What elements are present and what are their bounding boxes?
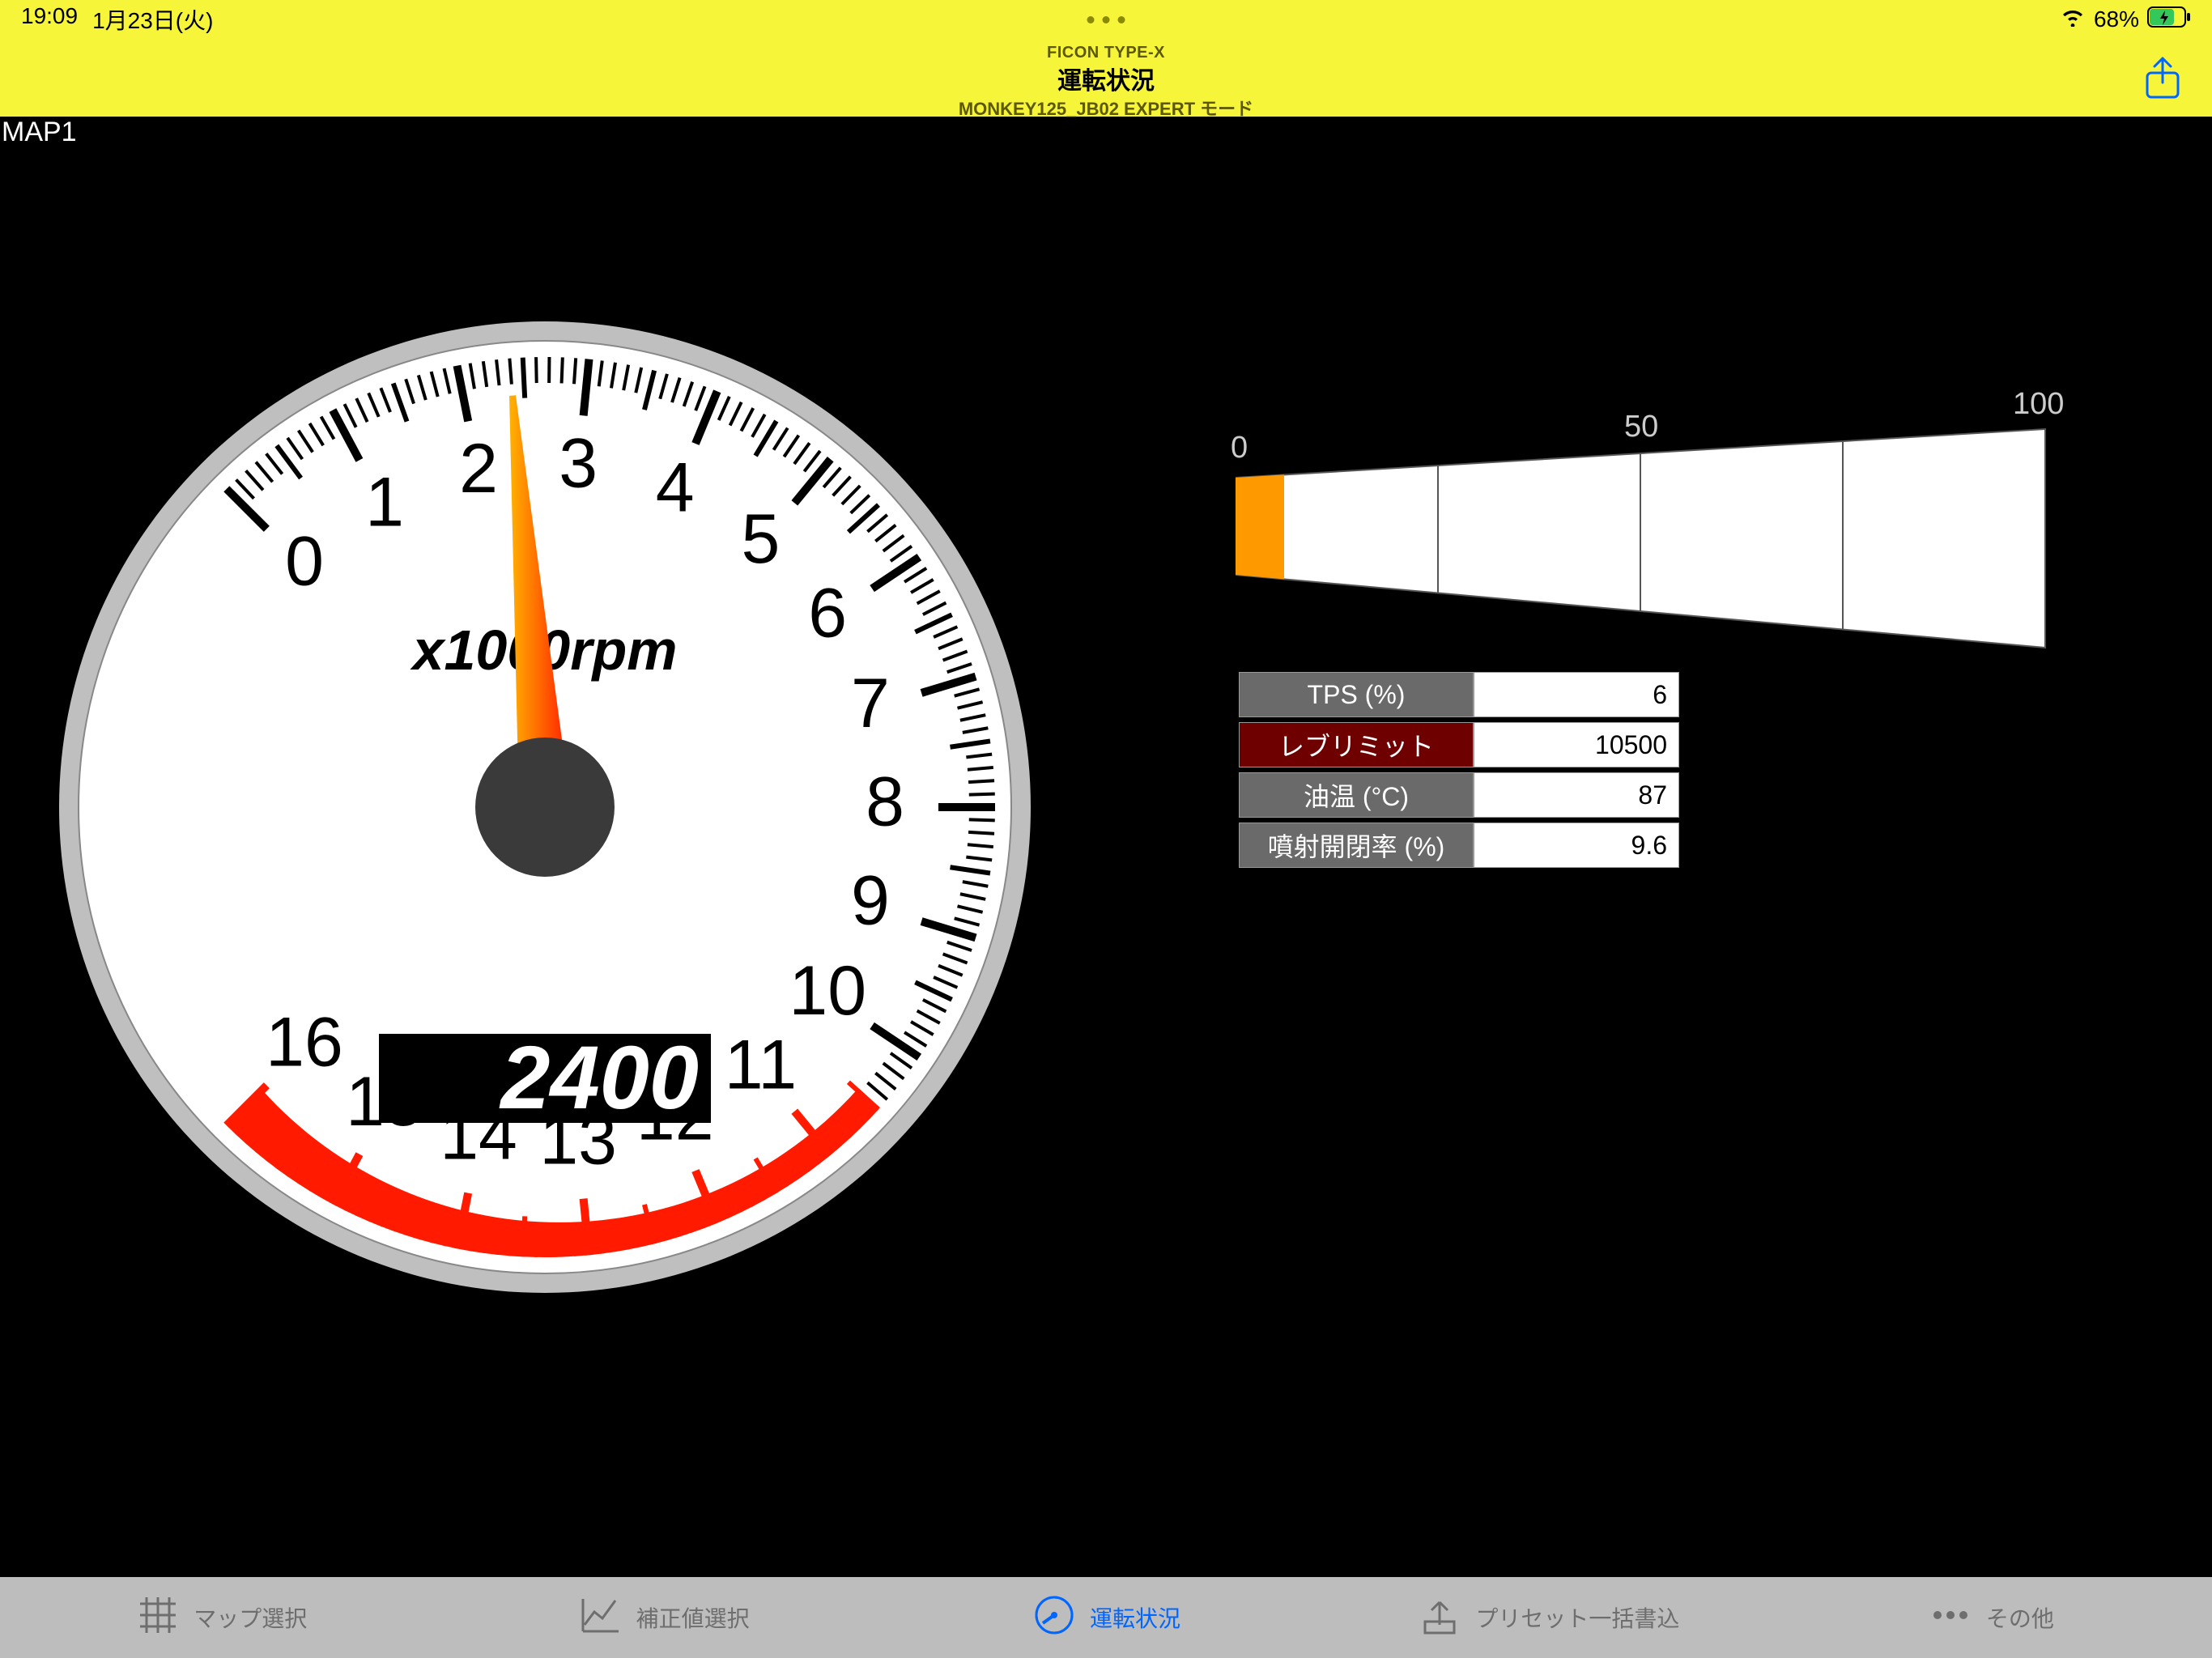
dial-number-0: 0 <box>285 523 324 601</box>
dial-number-7: 7 <box>851 665 890 742</box>
page-title: 運転状況 <box>959 61 1253 96</box>
title-bar: FICON TYPE-X 運転状況 MONKEY125_JB02 EXPERT … <box>0 39 2212 117</box>
battery-charging-icon <box>2147 6 2191 33</box>
tab-label: 運転状況 <box>1090 1601 1180 1634</box>
readout-value: 87 <box>1474 772 1679 818</box>
status-time: 19:09 <box>21 3 78 36</box>
readout-row: TPS (%)6 <box>1239 672 1679 717</box>
readout-label: レブリミット <box>1239 722 1474 767</box>
status-bar: 19:09 1月23日(火) 68% <box>0 0 2212 39</box>
tab-label: マップ選択 <box>194 1601 307 1634</box>
line-chart-icon <box>578 1592 623 1643</box>
readout-label: 噴射開閉率 (%) <box>1239 823 1474 868</box>
tab-grid[interactable]: マップ選択 <box>0 1577 442 1658</box>
tab-more[interactable]: その他 <box>1770 1577 2212 1658</box>
throttle-scale-0: 0 <box>1231 431 1248 466</box>
readout-row: レブリミット10500 <box>1239 722 1679 767</box>
tachometer-gauge: 012345678910111213141516x1000rpm2400 <box>47 309 1043 1305</box>
dial-number-4: 4 <box>656 449 695 527</box>
grid-icon <box>135 1592 181 1643</box>
readout-value: 9.6 <box>1474 823 1679 868</box>
multitask-indicator[interactable] <box>1087 16 1125 23</box>
dial-number-1: 1 <box>365 463 404 541</box>
readout-label: TPS (%) <box>1239 672 1474 717</box>
upload-icon <box>1417 1592 1462 1643</box>
dial-number-9: 9 <box>851 862 890 940</box>
readout-value: 6 <box>1474 672 1679 717</box>
tab-label: その他 <box>1986 1601 2054 1634</box>
map-label: MAP1 <box>2 117 77 148</box>
readout-row: 油温 (°C)87 <box>1239 772 1679 818</box>
tacho-digital-rpm: 2400 <box>499 1028 699 1128</box>
throttle-scale-50: 50 <box>1624 410 1658 444</box>
dial-number-3: 3 <box>559 425 598 503</box>
title-supertitle: FICON TYPE-X <box>959 44 1253 62</box>
tab-label: 補正値選択 <box>636 1601 750 1634</box>
tab-bar: マップ選択 補正値選択 運転状況 プリセット一括書込 その他 <box>0 1577 2212 1658</box>
dial-number-6: 6 <box>808 574 847 652</box>
readout-value: 10500 <box>1474 722 1679 767</box>
readout-table: TPS (%)6レブリミット10500油温 (°C)87噴射開閉率 (%)9.6 <box>1239 672 1679 873</box>
more-icon <box>1928 1592 1973 1643</box>
dial-number-8: 8 <box>866 763 904 841</box>
share-button[interactable] <box>2142 57 2183 100</box>
title-subtitle: MONKEY125_JB02 EXPERT モード <box>959 95 1253 121</box>
readout-label: 油温 (°C) <box>1239 772 1474 818</box>
dial-number-5: 5 <box>742 500 781 578</box>
throttle-scale-100: 100 <box>2013 387 2064 422</box>
tab-upload[interactable]: プリセット一括書込 <box>1327 1577 1769 1658</box>
dial-number-16: 16 <box>266 1004 343 1082</box>
wifi-icon <box>2060 6 2086 32</box>
battery-percentage: 68% <box>2094 6 2139 32</box>
status-date: 1月23日(火) <box>92 3 213 36</box>
dial-number-11: 11 <box>725 1026 797 1103</box>
tab-gauge[interactable]: 運転状況 <box>885 1577 1327 1658</box>
dial-number-10: 10 <box>789 952 866 1030</box>
readout-row: 噴射開閉率 (%)9.6 <box>1239 823 1679 868</box>
tab-line-chart[interactable]: 補正値選択 <box>442 1577 884 1658</box>
tab-label: プリセット一括書込 <box>1475 1601 1679 1634</box>
gauge-icon <box>1032 1592 1077 1643</box>
dial-number-2: 2 <box>459 430 498 508</box>
throttle-indicator: 0 50 100 <box>1236 405 2061 680</box>
